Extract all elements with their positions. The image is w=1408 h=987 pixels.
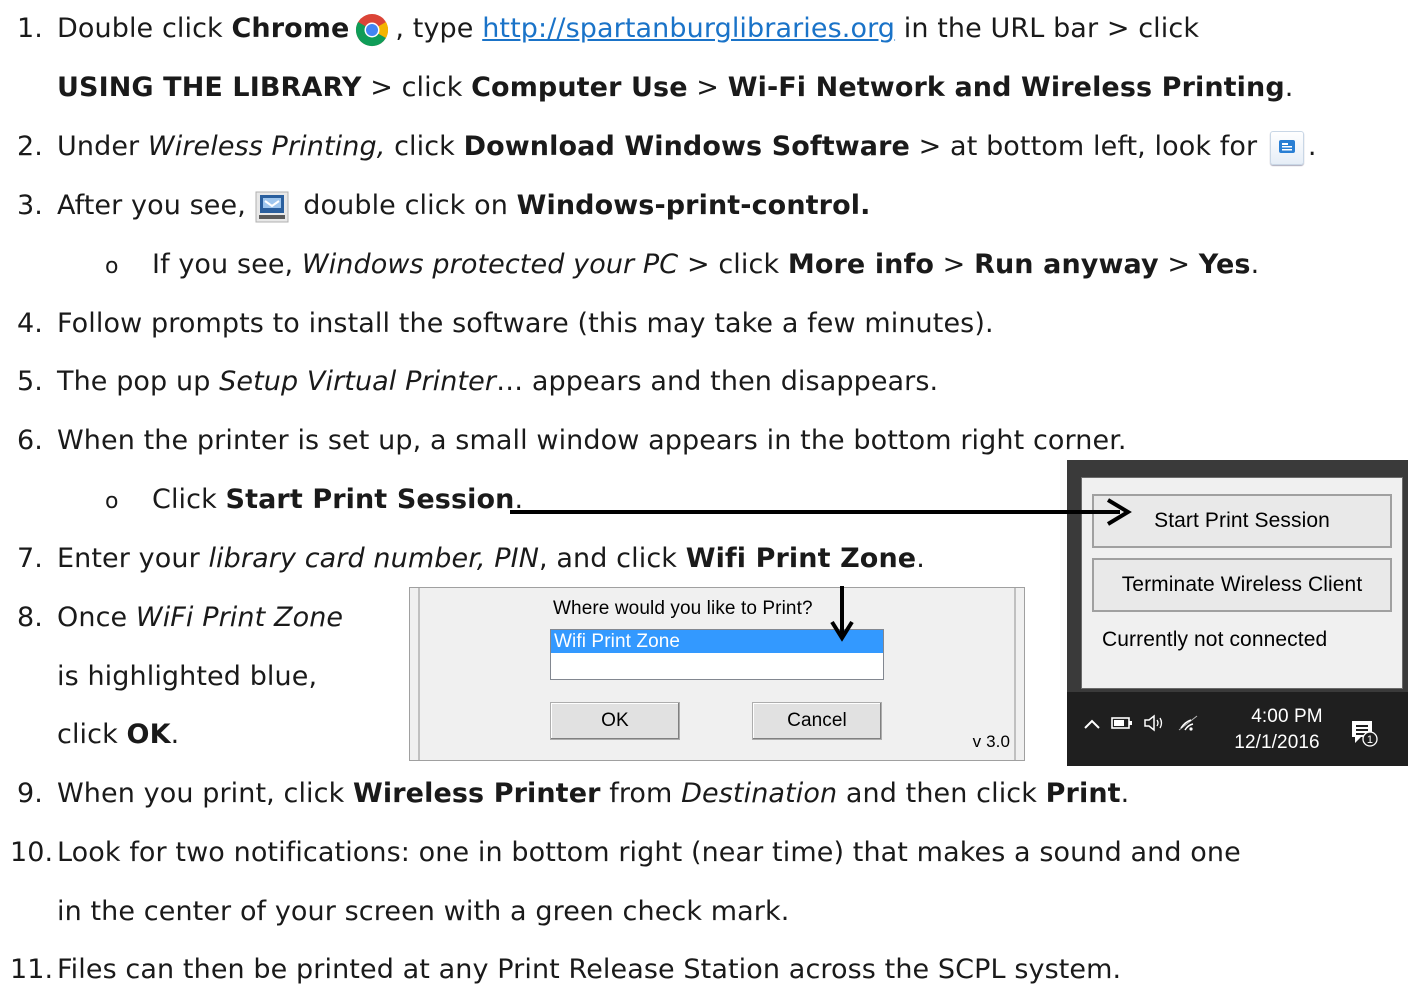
step-10-line-1: Look for two notifications: one in botto… [57,837,1241,868]
step-9-line: When you print, click Wireless Printer f… [57,778,1130,809]
step-11-number: 11. [10,954,54,985]
step-11-line: Files can then be printed at any Print R… [57,954,1122,985]
step-10-number: 10. [10,837,54,868]
step-9-number: 9. [17,778,43,809]
step-10-line-2: in the center of your screen with a gree… [57,896,790,927]
